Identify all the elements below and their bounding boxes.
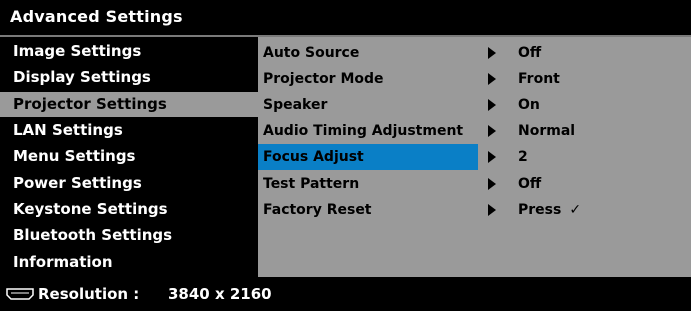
arrow-right-icon — [488, 125, 496, 137]
sidebar-item-power-settings[interactable]: Power Settings — [0, 171, 258, 196]
setting-label: Speaker — [263, 97, 328, 113]
status-footer: Resolution : 3840 x 2160 — [0, 277, 691, 311]
setting-row-focus-adjust[interactable]: Focus Adjust 2 — [258, 144, 691, 170]
setting-value: Front — [518, 71, 560, 87]
setting-label-highlighted: Focus Adjust — [258, 144, 478, 170]
setting-label: Audio Timing Adjustment — [263, 123, 464, 139]
resolution-value: 3840 x 2160 — [168, 285, 272, 303]
arrow-right-icon — [488, 73, 496, 85]
sidebar-item-display-settings[interactable]: Display Settings — [0, 65, 258, 90]
settings-panel: Auto Source Off Projector Mode Front Spe… — [258, 37, 691, 277]
sidebar-item-menu-settings[interactable]: Menu Settings — [0, 144, 258, 169]
hdmi-port-icon — [6, 288, 34, 300]
setting-label: Test Pattern — [263, 176, 360, 192]
checkmark-icon: ✓ — [569, 202, 582, 218]
arrow-right-icon — [488, 204, 496, 216]
sidebar-item-information[interactable]: Information — [0, 250, 258, 275]
resolution-label: Resolution : — [38, 285, 140, 303]
sidebar-item-keystone-settings[interactable]: Keystone Settings — [0, 197, 258, 222]
setting-row-factory-reset[interactable]: Factory Reset Press ✓ — [258, 197, 691, 223]
menu-title: Advanced Settings — [10, 7, 183, 26]
sidebar: Image Settings Display Settings Projecto… — [0, 37, 258, 277]
sidebar-item-image-settings[interactable]: Image Settings — [0, 39, 258, 64]
setting-value: Press — [518, 202, 562, 218]
sidebar-item-bluetooth-settings[interactable]: Bluetooth Settings — [0, 223, 258, 248]
arrow-right-icon — [488, 99, 496, 111]
setting-label: Factory Reset — [263, 202, 372, 218]
sidebar-item-lan-settings[interactable]: LAN Settings — [0, 118, 258, 143]
arrow-right-icon — [488, 151, 496, 163]
sidebar-item-projector-settings[interactable]: Projector Settings — [0, 92, 258, 117]
setting-value: Off — [518, 176, 542, 192]
setting-value: Normal — [518, 123, 576, 139]
title-bar: Advanced Settings — [0, 0, 691, 35]
setting-value: Off — [518, 45, 542, 61]
setting-row-audio-timing[interactable]: Audio Timing Adjustment Normal — [258, 118, 691, 144]
setting-row-auto-source[interactable]: Auto Source Off — [258, 40, 691, 66]
setting-label: Projector Mode — [263, 71, 384, 87]
setting-row-projector-mode[interactable]: Projector Mode Front — [258, 66, 691, 92]
setting-row-test-pattern[interactable]: Test Pattern Off — [258, 171, 691, 197]
setting-label: Auto Source — [263, 45, 360, 61]
arrow-right-icon — [488, 47, 496, 59]
setting-row-speaker[interactable]: Speaker On — [258, 92, 691, 118]
arrow-right-icon — [488, 178, 496, 190]
setting-value-row: Press ✓ — [518, 197, 581, 223]
setting-value: 2 — [518, 149, 528, 165]
setting-value: On — [518, 97, 540, 113]
